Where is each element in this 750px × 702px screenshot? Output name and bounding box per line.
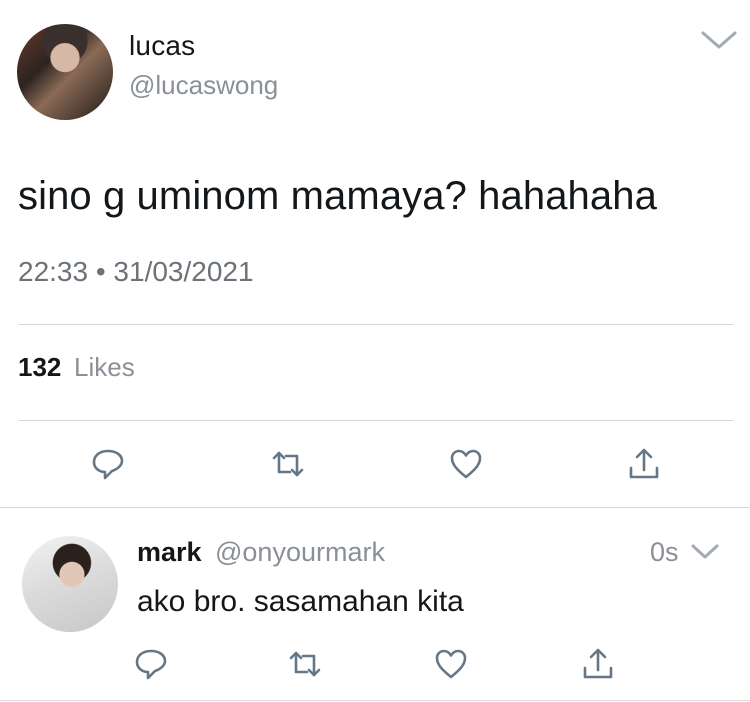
tweet-timestamp: 22:33 • 31/03/2021	[18, 256, 254, 287]
divider	[18, 420, 734, 421]
tweet-text: sino g uminom mamaya? hahahaha	[18, 174, 657, 218]
section-divider	[0, 507, 750, 508]
divider	[18, 324, 734, 325]
reply-author-avatar[interactable]	[22, 536, 118, 632]
reply-author-handle[interactable]: @onyourmark	[215, 537, 385, 568]
retweet-icon[interactable]	[287, 646, 323, 682]
share-icon[interactable]	[626, 446, 662, 482]
likes-label[interactable]: Likes	[74, 352, 135, 383]
like-icon[interactable]	[433, 646, 469, 682]
author-avatar[interactable]	[17, 24, 113, 120]
reply-text: ako bro. sasamahan kita	[137, 585, 464, 618]
retweet-icon[interactable]	[270, 446, 306, 482]
like-icon[interactable]	[448, 446, 484, 482]
author-handle[interactable]: @lucaswong	[129, 70, 278, 101]
share-icon[interactable]	[580, 646, 616, 682]
likes-count[interactable]: 132	[18, 352, 61, 383]
chevron-down-icon[interactable]	[690, 542, 720, 562]
chevron-down-icon[interactable]	[700, 28, 738, 52]
author-name[interactable]: lucas	[129, 30, 195, 62]
reply-icon[interactable]	[90, 446, 126, 482]
reply-author-name[interactable]: mark	[137, 537, 202, 568]
reply-time: 0s	[650, 537, 679, 567]
bottom-divider	[0, 700, 750, 701]
reply-icon[interactable]	[133, 646, 169, 682]
